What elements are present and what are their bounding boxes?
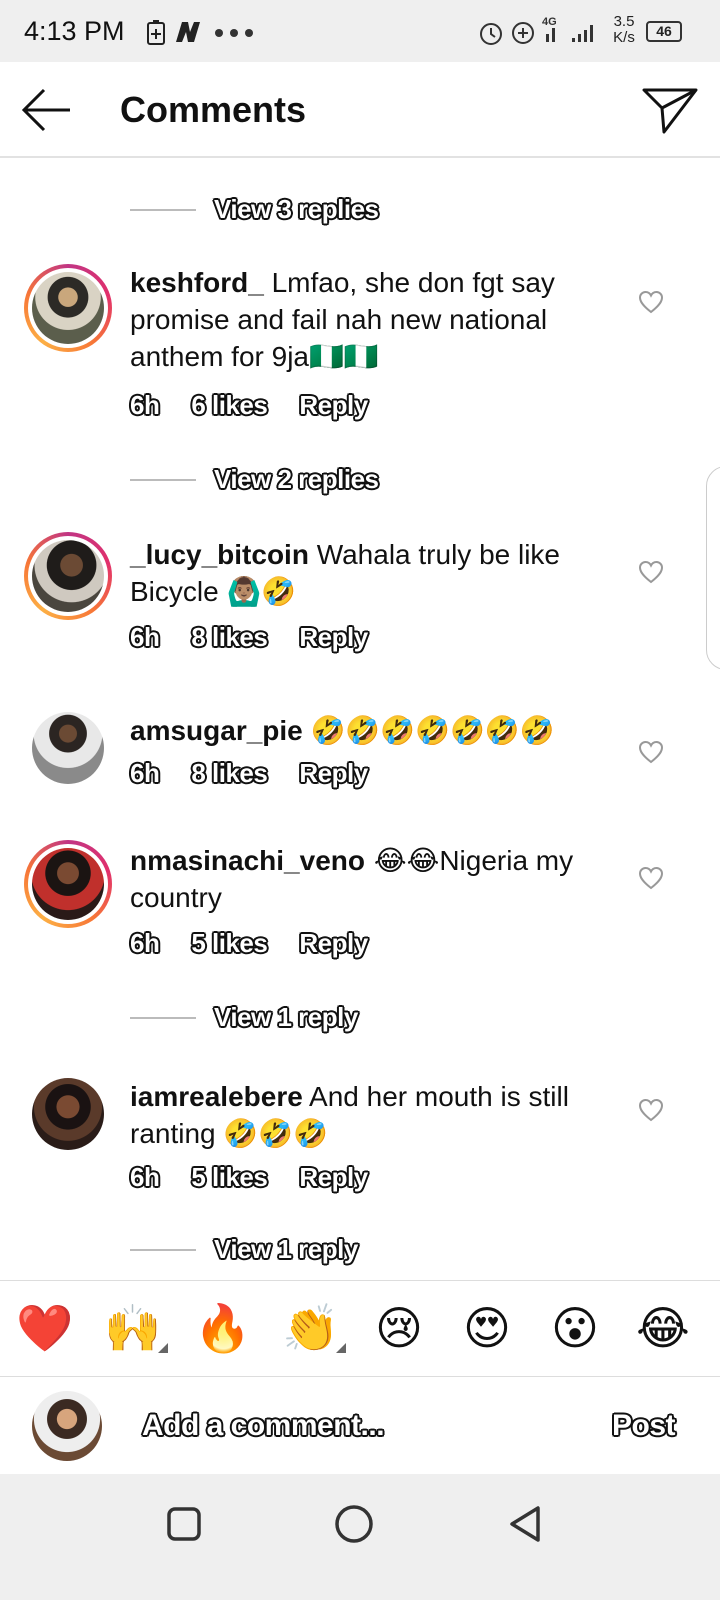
like-heart-icon[interactable] — [638, 866, 664, 890]
comment-username[interactable]: amsugar_pie — [130, 715, 303, 746]
reaction-heart-eyes-icon[interactable]: 😍 — [458, 1299, 516, 1357]
avatar[interactable] — [24, 840, 112, 928]
comment-time: 6h — [130, 928, 160, 958]
speed-unit: K/s — [613, 29, 635, 46]
alarm-icon — [480, 23, 502, 45]
reply-button[interactable]: Reply — [299, 622, 368, 652]
reply-button[interactable]: Reply — [299, 928, 368, 958]
add-comment-input[interactable]: Add a comment... — [142, 1409, 385, 1443]
my-avatar — [32, 1391, 102, 1461]
comment-emoji: 🤣🤣🤣 — [223, 1117, 328, 1150]
battery-saver-icon — [147, 20, 165, 45]
back-triangle-icon[interactable] — [504, 1502, 548, 1546]
reply-button[interactable]: Reply — [299, 758, 368, 788]
home-circle-icon[interactable] — [332, 1502, 376, 1546]
comment-username[interactable]: _lucy_bitcoin — [130, 539, 309, 570]
skin-tone-indicator-icon — [158, 1343, 168, 1353]
comment-text: nmasinachi_veno 😂😂Nigeria my country — [130, 842, 620, 916]
network-speed: 3.5 K/s — [608, 14, 640, 46]
comment-time: 6h — [130, 390, 160, 420]
data-saver-icon — [512, 22, 534, 44]
divider — [130, 479, 196, 481]
reply-button[interactable]: Reply — [299, 390, 368, 420]
back-arrow-icon[interactable] — [18, 84, 78, 136]
comment-emoji: 🙆🏽‍♂️🤣 — [226, 575, 297, 608]
view-replies-label[interactable]: View 3 replies — [214, 194, 379, 225]
view-replies-label[interactable]: View 1 reply — [214, 1234, 358, 1265]
comment-meta: 6h 8 likes Reply — [130, 758, 400, 789]
reaction-raised-hands-icon[interactable]: 🙌 — [104, 1299, 162, 1357]
comment-likes[interactable]: 8 likes — [191, 622, 268, 652]
comment-emoji: 🇳🇬🇳🇬 — [309, 340, 379, 373]
reply-button[interactable]: Reply — [299, 1162, 368, 1192]
comment-likes[interactable]: 8 likes — [191, 758, 268, 788]
divider — [130, 1017, 196, 1019]
post-button[interactable]: Post — [612, 1409, 676, 1443]
recents-square-icon[interactable] — [162, 1502, 206, 1546]
reaction-surprised-icon[interactable]: 😮 — [546, 1299, 604, 1357]
quick-reactions-bar: ❤️ 🙌 🔥 👏 😢 😍 😮 😂 — [0, 1280, 720, 1376]
speed-value: 3.5 — [613, 13, 635, 30]
reaction-laughing-icon[interactable]: 😂 — [634, 1299, 692, 1357]
status-bar: 4:13 PM 4G 3.5 K/s 46 — [0, 0, 720, 62]
page-title: Comments — [120, 89, 307, 130]
comment-meta: 6h 5 likes Reply — [130, 928, 400, 959]
signal-icon — [546, 25, 593, 42]
battery-icon: 46 — [646, 21, 682, 42]
view-replies-label[interactable]: View 2 replies — [214, 464, 379, 495]
reaction-clap-icon[interactable]: 👏 — [282, 1299, 340, 1357]
avatar[interactable] — [32, 712, 104, 784]
reaction-heart-icon[interactable]: ❤️ — [16, 1299, 74, 1357]
like-heart-icon[interactable] — [638, 290, 664, 314]
divider — [130, 209, 196, 211]
status-time: 4:13 PM — [24, 16, 125, 46]
more-notifications-icon — [215, 29, 253, 37]
notification-app-icon — [176, 22, 200, 42]
comment-emoji: 😂😂 — [364, 844, 440, 877]
avatar[interactable] — [24, 264, 112, 352]
comment-likes[interactable]: 5 likes — [191, 928, 268, 958]
comments-list[interactable]: View 3 replies keshford_ Lmfao, she don … — [0, 160, 720, 1306]
divider — [130, 1249, 196, 1251]
comment-text: keshford_ Lmfao, she don fgt say promise… — [130, 264, 620, 375]
avatar[interactable] — [24, 532, 112, 620]
comment-likes[interactable]: 5 likes — [191, 1162, 268, 1192]
reaction-fire-icon[interactable]: 🔥 — [194, 1299, 252, 1357]
comment-time: 6h — [130, 1162, 160, 1192]
comment-body — [303, 715, 311, 746]
comment-time: 6h — [130, 758, 160, 788]
comment-time: 6h — [130, 622, 160, 652]
comment-emoji: 🤣🤣🤣🤣🤣🤣🤣 — [310, 714, 555, 747]
view-replies-label[interactable]: View 1 reply — [214, 1002, 358, 1033]
comment-username[interactable]: keshford_ — [130, 267, 264, 298]
avatar[interactable] — [32, 1078, 104, 1150]
side-scroll-handle[interactable] — [706, 466, 720, 670]
comment-meta: 6h 5 likes Reply — [130, 1162, 400, 1193]
comment-meta: 6h 6 likes Reply — [130, 390, 400, 421]
share-send-icon[interactable] — [640, 84, 700, 136]
comment-likes[interactable]: 6 likes — [191, 390, 268, 420]
comment-text: amsugar_pie 🤣🤣🤣🤣🤣🤣🤣 — [130, 712, 620, 749]
comment-username[interactable]: iamrealebere — [130, 1081, 303, 1112]
reaction-crying-icon[interactable]: 😢 — [370, 1299, 428, 1357]
like-heart-icon[interactable] — [638, 740, 664, 764]
skin-tone-indicator-icon — [336, 1343, 346, 1353]
comment-composer: Add a comment... Post — [0, 1376, 720, 1474]
top-app-bar: Comments — [0, 62, 720, 158]
system-nav-bar — [0, 1474, 720, 1600]
comment-text: iamrealebere And her mouth is still rant… — [130, 1078, 620, 1152]
comment-meta: 6h 8 likes Reply — [130, 622, 400, 653]
like-heart-icon[interactable] — [638, 560, 664, 584]
comment-text: _lucy_bitcoin Wahala truly be like Bicyc… — [130, 536, 620, 610]
comment-username[interactable]: nmasinachi_veno — [130, 845, 365, 876]
like-heart-icon[interactable] — [638, 1098, 664, 1122]
